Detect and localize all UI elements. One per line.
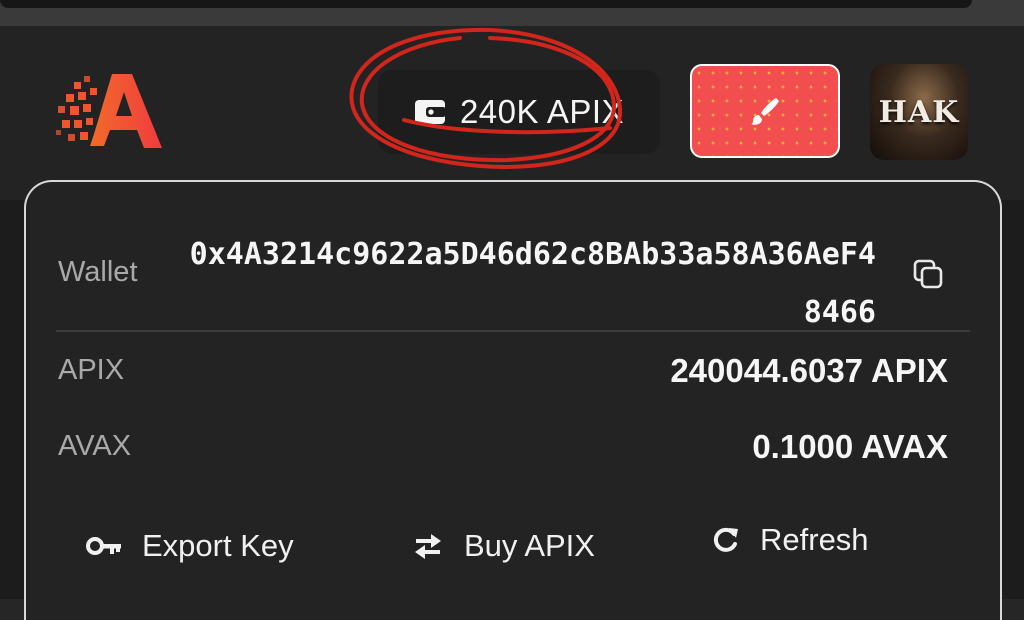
apix-value: 240044.6037 APIX <box>670 352 948 389</box>
avatar[interactable]: HAK <box>870 64 968 160</box>
buy-apix-button[interactable]: Buy APIX <box>412 528 595 564</box>
refresh-icon <box>713 527 738 552</box>
avatar-text: HAK <box>878 94 960 130</box>
swap-arrows-icon <box>415 534 441 559</box>
copy-icon[interactable] <box>912 258 944 290</box>
url-bar[interactable] <box>0 0 972 8</box>
refresh-button[interactable]: Refresh <box>712 522 869 558</box>
browser-chrome <box>0 0 1024 26</box>
refresh-label: Refresh <box>760 522 869 557</box>
wallet-address[interactable]: 0x4A3214c9622a5D46d62c8BAb33a58A36AeF484… <box>186 226 876 342</box>
avax-label: AVAX <box>58 430 132 462</box>
wallet-panel: Wallet 0x4A3214c9622a5D46d62c8BAb33a58A3… <box>24 180 1002 620</box>
wallet-label: Wallet <box>58 256 138 288</box>
balance-amount: 240K APIX <box>459 93 625 130</box>
create-button[interactable] <box>690 64 840 158</box>
brush-icon <box>751 98 779 125</box>
avax-value: 0.1000 AVAX <box>752 428 948 465</box>
apix-label: APIX <box>58 354 125 386</box>
balance-button[interactable]: 240K APIX <box>378 70 660 154</box>
wallet-icon <box>414 100 446 124</box>
divider <box>56 330 970 332</box>
page-background-right <box>1002 200 1024 599</box>
page-background-left <box>0 200 24 599</box>
buy-apix-label: Buy APIX <box>464 528 595 563</box>
export-key-label: Export Key <box>142 528 294 563</box>
key-icon <box>86 537 121 555</box>
apix-logo[interactable] <box>54 70 166 152</box>
export-key-button[interactable]: Export Key <box>86 528 294 564</box>
